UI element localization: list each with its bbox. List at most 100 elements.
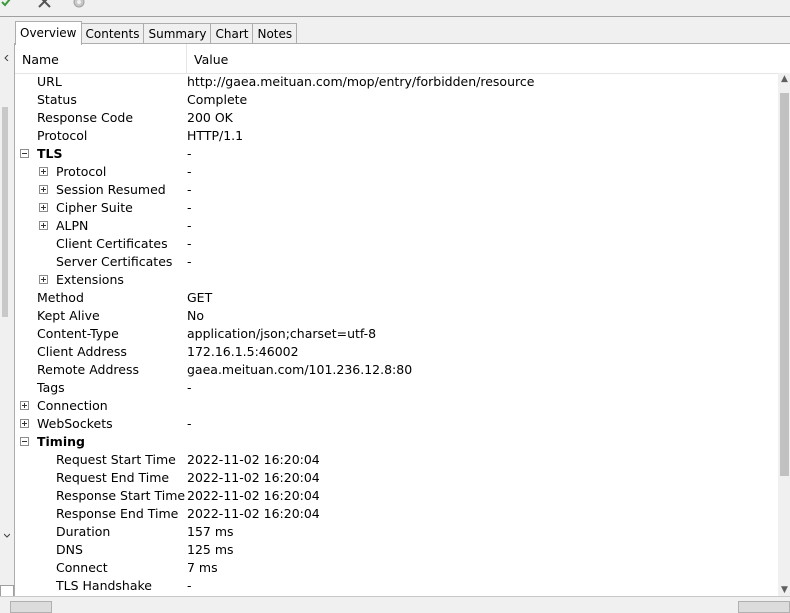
row-name: Kept Alive: [37, 308, 100, 323]
chevron-left-icon[interactable]: [4, 55, 10, 61]
tree-row[interactable]: Response Start Time 2022-11-02 16:20:04: [15, 487, 778, 505]
row-value: -: [187, 182, 192, 197]
row-name: TLS Handshake: [56, 578, 153, 593]
row-name: ALPN: [56, 218, 89, 233]
tree-row[interactable]: DNS 125 ms: [15, 541, 778, 559]
tree-row[interactable]: Tags -: [15, 379, 778, 397]
row-value: 2022-11-02 16:20:04: [187, 488, 320, 503]
tree-row[interactable]: Kept Alive No: [15, 307, 778, 325]
row-name: Session Resumed: [56, 182, 166, 197]
row-value: 7 ms: [187, 560, 218, 575]
tree-row[interactable]: Protocol HTTP/1.1: [15, 127, 778, 145]
expand-plus-icon[interactable]: [20, 401, 29, 410]
inspector-tabs: Overview Contents Summary Chart Notes: [15, 21, 298, 45]
expand-plus-icon[interactable]: [39, 203, 48, 212]
row-value: -: [187, 236, 192, 251]
row-name: Connection: [37, 398, 108, 413]
tree-row[interactable]: Cipher Suite -: [15, 199, 778, 217]
collapse-minus-icon[interactable]: [20, 149, 29, 158]
tree-row[interactable]: Content-Type application/json;charset=utf…: [15, 325, 778, 343]
row-value: GET: [187, 290, 213, 305]
row-name: Response End Time: [56, 506, 179, 521]
tree-row[interactable]: Connect 7 ms: [15, 559, 778, 577]
status-bar: [0, 596, 790, 613]
check-icon[interactable]: [0, 0, 18, 12]
tree-row[interactable]: Method GET: [15, 289, 778, 307]
tree-row[interactable]: TLS -: [15, 145, 778, 163]
tab-summary[interactable]: Summary: [143, 23, 212, 44]
left-pane-scrollbar[interactable]: [2, 107, 8, 317]
header-corner: [778, 44, 790, 73]
tree-row[interactable]: Protocol -: [15, 163, 778, 181]
row-value: 125 ms: [187, 542, 234, 557]
scrollbar-thumb[interactable]: [780, 93, 789, 476]
row-name: URL: [37, 74, 62, 89]
column-header-name[interactable]: Name: [15, 44, 187, 73]
row-name: DNS: [56, 542, 83, 557]
row-value: application/json;charset=utf-8: [187, 326, 377, 341]
tree-row[interactable]: Client Certificates -: [15, 235, 778, 253]
row-value: -: [187, 254, 192, 269]
tree-row[interactable]: Session Resumed -: [15, 181, 778, 199]
status-bar-control[interactable]: [738, 601, 790, 613]
chevron-down-icon[interactable]: [4, 532, 10, 538]
row-name: Remote Address: [37, 362, 139, 377]
row-value: HTTP/1.1: [187, 128, 244, 143]
row-name: Request End Time: [56, 470, 170, 485]
vertical-scrollbar[interactable]: ▲ ▼: [778, 73, 790, 597]
expand-plus-icon[interactable]: [39, 167, 48, 176]
row-name: Response Start Time: [56, 488, 186, 503]
tree-row[interactable]: Duration 157 ms: [15, 523, 778, 541]
row-name: Client Certificates: [56, 236, 168, 251]
tree-row[interactable]: Response Code 200 OK: [15, 109, 778, 127]
row-name: Protocol: [56, 164, 107, 179]
tree-row[interactable]: Remote Address gaea.meituan.com/101.236.1…: [15, 361, 778, 379]
row-value: -: [187, 146, 192, 161]
tab-overview[interactable]: Overview: [15, 21, 82, 45]
column-header-value[interactable]: Value: [187, 44, 228, 73]
expand-plus-icon[interactable]: [39, 221, 48, 230]
scroll-up-icon[interactable]: ▲: [778, 73, 790, 86]
row-name: Content-Type: [37, 326, 119, 341]
tree-row[interactable]: Status Complete: [15, 91, 778, 109]
overview-panel: Name Value URL http://gaea.meituan.com/mo…: [14, 43, 790, 597]
property-tree: URL http://gaea.meituan.com/mop/entry/for…: [15, 73, 778, 595]
expand-plus-icon[interactable]: [39, 185, 48, 194]
row-name: Server Certificates: [56, 254, 173, 269]
tab-contents[interactable]: Contents: [80, 23, 145, 44]
expand-plus-icon[interactable]: [39, 275, 48, 284]
row-value: Complete: [187, 92, 248, 107]
tree-row[interactable]: Response End Time 2022-11-02 16:20:04: [15, 505, 778, 523]
tree-row[interactable]: TLS Handshake -: [15, 577, 778, 595]
row-name: WebSockets: [37, 416, 113, 431]
row-name: Request Start Time: [56, 452, 176, 467]
tree-row[interactable]: Timing: [15, 433, 778, 451]
row-value: 2022-11-02 16:20:04: [187, 452, 320, 467]
tree-row[interactable]: Request End Time 2022-11-02 16:20:04: [15, 469, 778, 487]
row-name: Extensions: [56, 272, 124, 287]
row-value: -: [187, 380, 192, 395]
tree-row[interactable]: ALPN -: [15, 217, 778, 235]
tree-row[interactable]: Connection: [15, 397, 778, 415]
expand-plus-icon[interactable]: [20, 419, 29, 428]
tree-row[interactable]: URL http://gaea.meituan.com/mop/entry/for…: [15, 73, 778, 91]
table-header: Name Value: [15, 44, 778, 74]
gear-icon[interactable]: [70, 0, 88, 12]
row-value: 200 OK: [187, 110, 233, 125]
tab-notes[interactable]: Notes: [252, 23, 298, 44]
tree-row[interactable]: WebSockets -: [15, 415, 778, 433]
row-value: gaea.meituan.com/101.236.12.8:80: [187, 362, 413, 377]
tools-icon[interactable]: [36, 0, 54, 12]
tree-row[interactable]: Server Certificates -: [15, 253, 778, 271]
tree-row[interactable]: Extensions: [15, 271, 778, 289]
row-value: -: [187, 200, 192, 215]
row-value: 157 ms: [187, 524, 234, 539]
horizontal-scroll-thumb[interactable]: [10, 601, 52, 613]
collapse-minus-icon[interactable]: [20, 437, 29, 446]
row-name: Duration: [56, 524, 111, 539]
tree-row[interactable]: Request Start Time 2022-11-02 16:20:04: [15, 451, 778, 469]
tab-chart[interactable]: Chart: [210, 23, 254, 44]
row-name: Cipher Suite: [56, 200, 133, 215]
tree-row[interactable]: Client Address 172.16.1.5:46002: [15, 343, 778, 361]
row-value: -: [187, 218, 192, 233]
